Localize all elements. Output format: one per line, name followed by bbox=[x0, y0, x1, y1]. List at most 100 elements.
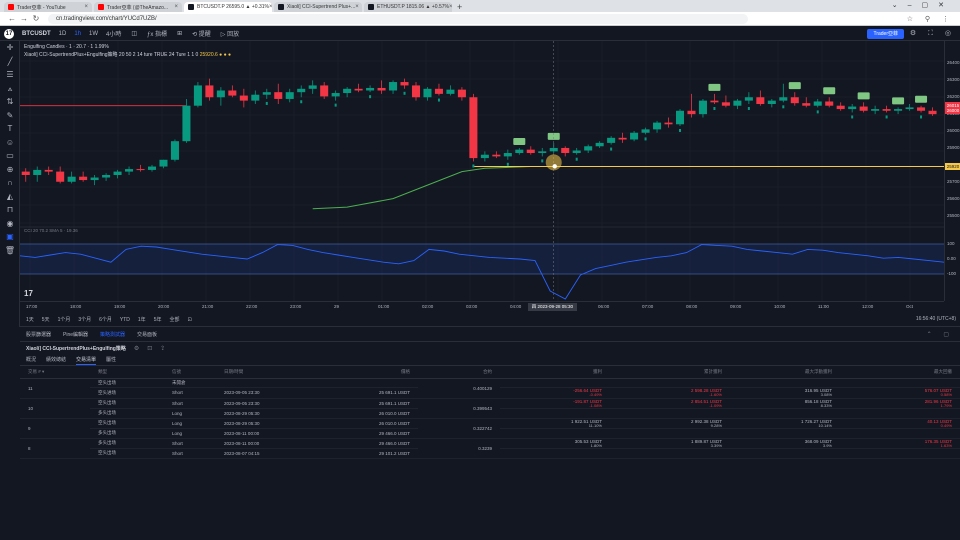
lock-draw-icon[interactable]: ◭ bbox=[0, 190, 20, 204]
layout-icon[interactable]: ⊞ bbox=[177, 30, 182, 37]
browser-extension-icons[interactable]: ☆ ⚲ ⋮ bbox=[907, 15, 954, 23]
chart-settings-icons[interactable]: ⚙ ⛶ ◎ bbox=[910, 29, 956, 38]
trade-cum-profit bbox=[610, 428, 730, 439]
chart-type-icon[interactable]: ◫ bbox=[131, 30, 137, 37]
prediction-icon[interactable]: ⇅ bbox=[0, 95, 20, 109]
range-1m[interactable]: 1个月 bbox=[58, 316, 71, 323]
range-6m[interactable]: 6个月 bbox=[99, 316, 112, 323]
tab-pine-editor[interactable]: Pine編輯器 bbox=[63, 331, 88, 338]
trade-type: 多头出场 bbox=[90, 408, 164, 419]
browser-tab[interactable]: Trader亞菲 (@TheAmazo... × bbox=[94, 2, 182, 12]
candle-body bbox=[894, 109, 903, 111]
url-field[interactable]: cn.tradingview.com/chart/YUCd7UZB/ bbox=[48, 13, 748, 24]
timeframe-1h[interactable]: 1h bbox=[74, 31, 81, 37]
tab-close-icon[interactable]: × bbox=[355, 4, 359, 10]
range-5y[interactable]: 5年 bbox=[154, 316, 162, 323]
new-tab-button[interactable]: + bbox=[457, 2, 462, 12]
lock-icon[interactable]: ⊓ bbox=[0, 203, 20, 217]
tab-close-icon[interactable]: × bbox=[269, 4, 272, 10]
col-trade-num[interactable]: 交易 # ▾ bbox=[20, 366, 90, 379]
alert-button[interactable]: ⟲ 提醒 bbox=[192, 29, 211, 38]
subtab-trade-list[interactable]: 交易清單 bbox=[76, 356, 97, 365]
window-controls[interactable]: ⌄–▢✕ bbox=[892, 1, 954, 9]
gear-icon[interactable]: ⚙ bbox=[134, 345, 139, 352]
magnet-icon[interactable]: ∩ bbox=[0, 176, 20, 190]
tab-close-icon[interactable]: × bbox=[449, 4, 452, 10]
trade-signal-value: Short bbox=[172, 440, 183, 446]
export-icon[interactable]: ⇪ bbox=[160, 345, 165, 352]
candle-body bbox=[239, 95, 248, 101]
symbol-legend[interactable]: Engulfing Candles · 1 · 20.7 · 1 1.99% bbox=[24, 44, 109, 50]
browser-tab[interactable]: Xiaoli] CCI-Supertrend Plus+... × bbox=[274, 2, 362, 12]
range-1d[interactable]: 1天 bbox=[26, 316, 34, 323]
candle-body bbox=[572, 150, 581, 154]
eye-icon[interactable]: ◉ bbox=[0, 217, 20, 231]
browser-tab-active[interactable]: BTCUSDT.P 26595.0 ▲ +0.31% × bbox=[184, 2, 272, 12]
fib-icon[interactable]: ☰ bbox=[0, 68, 20, 82]
trade-signal: 未開倉 bbox=[164, 378, 216, 388]
trade-row[interactable]: 8 多头出场 Short 2023-08-11 00:00 29 466.0 USDT 0… bbox=[20, 438, 960, 459]
cci-scale-label: 0.00 bbox=[947, 256, 956, 261]
icons-icon[interactable]: ☺ bbox=[0, 136, 20, 150]
back-icon[interactable]: ← bbox=[6, 14, 18, 23]
indicators-button[interactable]: ƒx 指標 bbox=[147, 29, 167, 38]
trade-row[interactable]: 11 空头出场 未開倉 0.400129 bbox=[20, 378, 960, 399]
candle-body bbox=[79, 176, 88, 181]
range-1y[interactable]: 1年 bbox=[138, 316, 146, 323]
trendline-icon[interactable]: ╱ bbox=[0, 55, 20, 69]
trade-signal: Short bbox=[164, 448, 216, 459]
price-scale[interactable]: 26400.026300.026200.026100.026000.025900… bbox=[944, 41, 960, 301]
replay-button[interactable]: ▷ 回放 bbox=[221, 29, 239, 38]
tab-close-icon[interactable]: × bbox=[84, 4, 88, 10]
engulf-marker bbox=[892, 97, 905, 105]
subtab-overview[interactable]: 概況 bbox=[26, 356, 36, 364]
strategy-legend[interactable]: Xiaoli] CCI-SupertrendPlus+Engulfing策略 2… bbox=[24, 51, 231, 58]
trash-icon[interactable]: 🗑 bbox=[0, 244, 20, 258]
user-layout-button[interactable]: Trader亞菲 bbox=[867, 29, 904, 39]
candle-body bbox=[377, 87, 386, 91]
crosshair-icon[interactable]: ✛ bbox=[0, 41, 20, 55]
utc-clock[interactable]: 16:56:40 (UTC+8) bbox=[916, 316, 956, 322]
tab-favicon bbox=[368, 4, 374, 10]
browser-tab[interactable]: ETHUSDT.P 1815.06 ▲ +0.57% × bbox=[364, 2, 452, 12]
goto-date-icon[interactable]: ⊡ bbox=[187, 317, 191, 323]
object-tree-icon[interactable]: ▣ bbox=[0, 230, 20, 244]
range-all[interactable]: 全部 bbox=[169, 316, 179, 323]
forward-icon[interactable]: → bbox=[18, 14, 30, 23]
subtab-properties[interactable]: 屬性 bbox=[106, 356, 116, 364]
price-chart[interactable] bbox=[20, 41, 944, 301]
symbol-search[interactable]: BTCUSDT bbox=[22, 31, 51, 37]
timeframe-1d[interactable]: 1D bbox=[59, 31, 67, 37]
tab-close-icon[interactable]: × bbox=[174, 4, 178, 10]
trade-profit bbox=[500, 378, 610, 388]
timeframe-1w[interactable]: 1W bbox=[89, 31, 98, 37]
time-axis[interactable]: 17:00 18:00 19:00 20:00 21:00 22:00 23:00 29 01:… bbox=[20, 301, 944, 311]
candle-body bbox=[216, 90, 225, 98]
trade-profit-pct: 1.80% bbox=[590, 442, 602, 448]
tab-strategy-tester[interactable]: 策略測試器 bbox=[100, 331, 125, 338]
tab-trading-panel[interactable]: 交易面板 bbox=[137, 331, 157, 338]
timeframe-4h[interactable]: 4小時 bbox=[106, 29, 121, 38]
subtab-performance[interactable]: 績效總結 bbox=[46, 356, 66, 364]
candle-body bbox=[33, 169, 42, 175]
candle-body bbox=[262, 92, 271, 95]
trade-row[interactable]: 10 空头出场 Short 2023-09-05 23:30 25 691.1 USDT… bbox=[20, 398, 960, 419]
brush-icon[interactable]: ✎ bbox=[0, 109, 20, 123]
trade-type: 空头进场 bbox=[90, 387, 164, 399]
text-icon[interactable]: T bbox=[0, 122, 20, 136]
browser-tab[interactable]: Trader亞菲 - YouTube × bbox=[4, 2, 92, 12]
source-code-icon[interactable]: ⊡ bbox=[147, 345, 152, 352]
cci-legend[interactable]: CCI 20 70.2 SMA 5 · 19.36 bbox=[24, 228, 78, 233]
range-5d[interactable]: 5天 bbox=[42, 316, 50, 323]
range-ytd[interactable]: YTD bbox=[120, 317, 130, 323]
candle-body bbox=[756, 97, 765, 105]
trade-row[interactable]: 9 空头出场 Long 2023-08-29 05:30 26 010.0 USDT 0.… bbox=[20, 418, 960, 439]
logo-icon[interactable]: 17 bbox=[4, 28, 14, 39]
zoom-icon[interactable]: ⊕ bbox=[0, 163, 20, 177]
pattern-icon[interactable]: ⟑ bbox=[0, 82, 20, 96]
reload-icon[interactable]: ↻ bbox=[30, 14, 42, 23]
range-3m[interactable]: 3个月 bbox=[78, 316, 91, 323]
panel-controls[interactable]: ⌃ ▢ bbox=[927, 331, 954, 338]
ruler-icon[interactable]: ▭ bbox=[0, 149, 20, 163]
tab-screener[interactable]: 股票篩選器 bbox=[26, 331, 51, 338]
